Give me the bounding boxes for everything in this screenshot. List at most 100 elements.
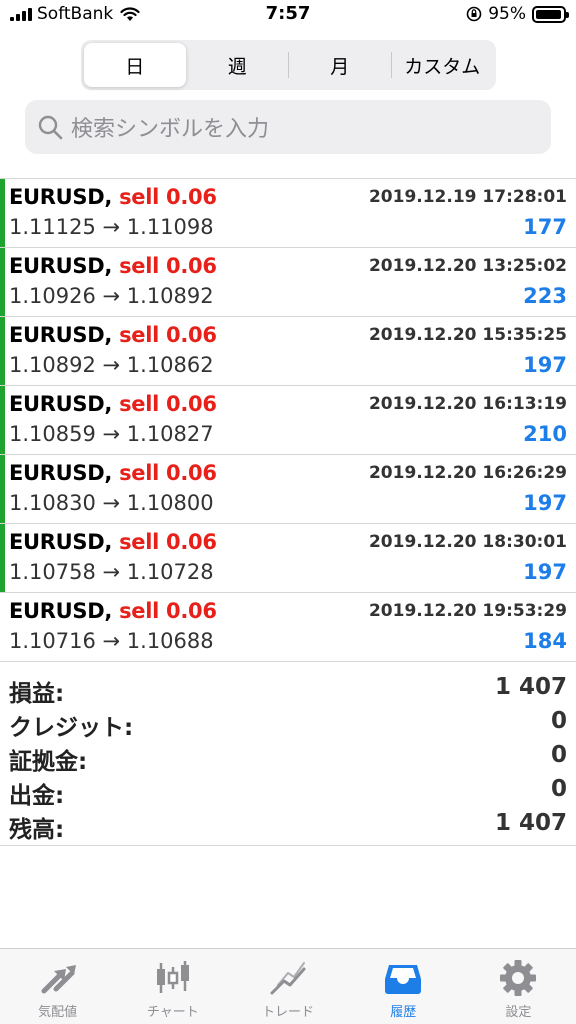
tab-label: チャート <box>146 1005 199 1020</box>
deal-prices: 1.11125 → 1.11098 <box>9 215 214 239</box>
deal-title: EURUSD, sell 0.06 <box>9 392 217 416</box>
search-placeholder: 検索シンボルを入力 <box>71 117 270 142</box>
period-segmented-control: 日 週 月 カスタム <box>81 40 496 90</box>
tab-settings[interactable]: 設定 <box>461 949 576 1024</box>
tab-trade[interactable]: トレード <box>230 949 345 1024</box>
deal-profit: 210 <box>523 422 567 446</box>
deal-time: 2019.12.20 16:26:29 <box>368 463 567 483</box>
deal-time: 2019.12.19 17:28:01 <box>368 187 567 207</box>
deal-prices: 1.10716 → 1.10688 <box>9 629 214 653</box>
tab-custom[interactable]: カスタム <box>392 43 494 87</box>
deal-time: 2019.12.20 15:35:25 <box>368 325 567 345</box>
summary-value: 1 407 <box>494 674 567 700</box>
deal-prices: 1.10892 → 1.10862 <box>9 353 214 377</box>
summary-value: 0 <box>550 776 567 802</box>
tab-quotes[interactable]: 気配値 <box>0 949 115 1024</box>
deal-profit: 197 <box>523 353 567 377</box>
deal-symbol: EURUSD <box>9 254 105 278</box>
deal-symbol: EURUSD <box>9 599 105 623</box>
deal-title: EURUSD, sell 0.06 <box>9 323 217 347</box>
deal-side: sell 0.06 <box>119 185 217 209</box>
deal-profit: 223 <box>523 284 567 308</box>
tab-day[interactable]: 日 <box>84 43 186 87</box>
summary-label: 証拠金: <box>9 749 88 775</box>
bottom-tab-bar: 気配値 チャート トレード 履歴 設定 <box>0 948 576 1024</box>
quotes-arrows-icon <box>41 965 76 994</box>
deal-indicator <box>0 248 5 316</box>
deal-title: EURUSD, sell 0.06 <box>9 461 217 485</box>
history-tray-icon <box>385 965 422 994</box>
deal-symbol: EURUSD <box>9 392 105 416</box>
search-icon <box>38 115 63 140</box>
deal-profit: 184 <box>523 629 567 653</box>
tab-label: 気配値 <box>38 1005 78 1020</box>
deal-side: sell 0.06 <box>119 461 217 485</box>
deal-prices: 1.10830 → 1.10800 <box>9 491 214 515</box>
deal-list: EURUSD, sell 0.06 2019.12.19 17:28:01 1.… <box>0 178 576 662</box>
deal-side: sell 0.06 <box>119 323 217 347</box>
deal-profit: 177 <box>523 215 567 239</box>
tab-week[interactable]: 週 <box>187 43 289 87</box>
summary-value: 0 <box>550 742 567 768</box>
summary-value: 1 407 <box>494 810 567 836</box>
deal-prices: 1.10758 → 1.10728 <box>9 560 214 584</box>
deal-indicator <box>0 179 5 247</box>
deal-side: sell 0.06 <box>119 599 217 623</box>
summary-row-deposit: 証拠金: 0 <box>0 742 576 776</box>
deal-indicator <box>0 524 5 592</box>
deal-row[interactable]: EURUSD, sell 0.06 2019.12.20 19:53:29 1.… <box>0 593 576 662</box>
tab-chart[interactable]: チャート <box>115 949 230 1024</box>
deal-title: EURUSD, sell 0.06 <box>9 185 217 209</box>
tab-month[interactable]: 月 <box>289 43 391 87</box>
deal-row[interactable]: EURUSD, sell 0.06 2019.12.20 18:30:01 1.… <box>0 524 576 593</box>
deal-row[interactable]: EURUSD, sell 0.06 2019.12.19 17:28:01 1.… <box>0 179 576 248</box>
tab-label: 設定 <box>505 1005 532 1020</box>
summary-label: 損益: <box>9 681 65 707</box>
deal-row[interactable]: EURUSD, sell 0.06 2019.12.20 16:26:29 1.… <box>0 455 576 524</box>
search-input[interactable]: 検索シンボルを入力 <box>25 100 551 154</box>
deal-side: sell 0.06 <box>119 392 217 416</box>
summary-row-withdrawal: 出金: 0 <box>0 776 576 810</box>
deal-indicator <box>0 317 5 385</box>
deal-row[interactable]: EURUSD, sell 0.06 2019.12.20 13:25:02 1.… <box>0 248 576 317</box>
tab-label: トレード <box>262 1005 315 1020</box>
orientation-lock-icon <box>466 6 482 22</box>
deal-symbol: EURUSD <box>9 323 105 347</box>
deal-profit: 197 <box>523 491 567 515</box>
deal-time: 2019.12.20 16:13:19 <box>368 394 567 414</box>
deal-row[interactable]: EURUSD, sell 0.06 2019.12.20 16:13:19 1.… <box>0 386 576 455</box>
deal-indicator <box>0 386 5 454</box>
trade-trend-icon <box>270 962 306 995</box>
summary-row-balance: 残高: 1 407 <box>0 810 576 844</box>
status-bar: SoftBank 7:57 95% <box>0 0 576 34</box>
deal-symbol: EURUSD <box>9 530 105 554</box>
deal-time: 2019.12.20 13:25:02 <box>368 256 567 276</box>
deal-symbol: EURUSD <box>9 185 105 209</box>
deal-side: sell 0.06 <box>119 254 217 278</box>
summary-label: クレジット: <box>9 715 134 741</box>
account-summary: 損益: 1 407 クレジット: 0 証拠金: 0 出金: 0 残高: 1 40… <box>0 670 576 846</box>
deal-title: EURUSD, sell 0.06 <box>9 599 217 623</box>
settings-gear-icon <box>500 960 537 996</box>
status-right: 95% <box>466 4 569 24</box>
battery-percent: 95% <box>488 4 526 24</box>
deal-indicator <box>0 455 5 523</box>
deal-time: 2019.12.20 18:30:01 <box>368 532 567 552</box>
deal-side: sell 0.06 <box>119 530 217 554</box>
summary-value: 0 <box>550 708 567 734</box>
deal-prices: 1.10859 → 1.10827 <box>9 422 214 446</box>
summary-label: 残高: <box>9 817 65 843</box>
deal-prices: 1.10926 → 1.10892 <box>9 284 214 308</box>
deal-row[interactable]: EURUSD, sell 0.06 2019.12.20 15:35:25 1.… <box>0 317 576 386</box>
tab-label: 履歴 <box>390 1005 417 1020</box>
battery-icon <box>532 5 569 23</box>
tab-history[interactable]: 履歴 <box>346 949 461 1024</box>
deal-time: 2019.12.20 19:53:29 <box>368 601 567 621</box>
deal-title: EURUSD, sell 0.06 <box>9 530 217 554</box>
candlestick-chart-icon <box>156 961 189 993</box>
summary-row-credit: クレジット: 0 <box>0 708 576 742</box>
deal-symbol: EURUSD <box>9 461 105 485</box>
summary-label: 出金: <box>9 783 65 809</box>
summary-row-profit: 損益: 1 407 <box>0 674 576 708</box>
deal-title: EURUSD, sell 0.06 <box>9 254 217 278</box>
